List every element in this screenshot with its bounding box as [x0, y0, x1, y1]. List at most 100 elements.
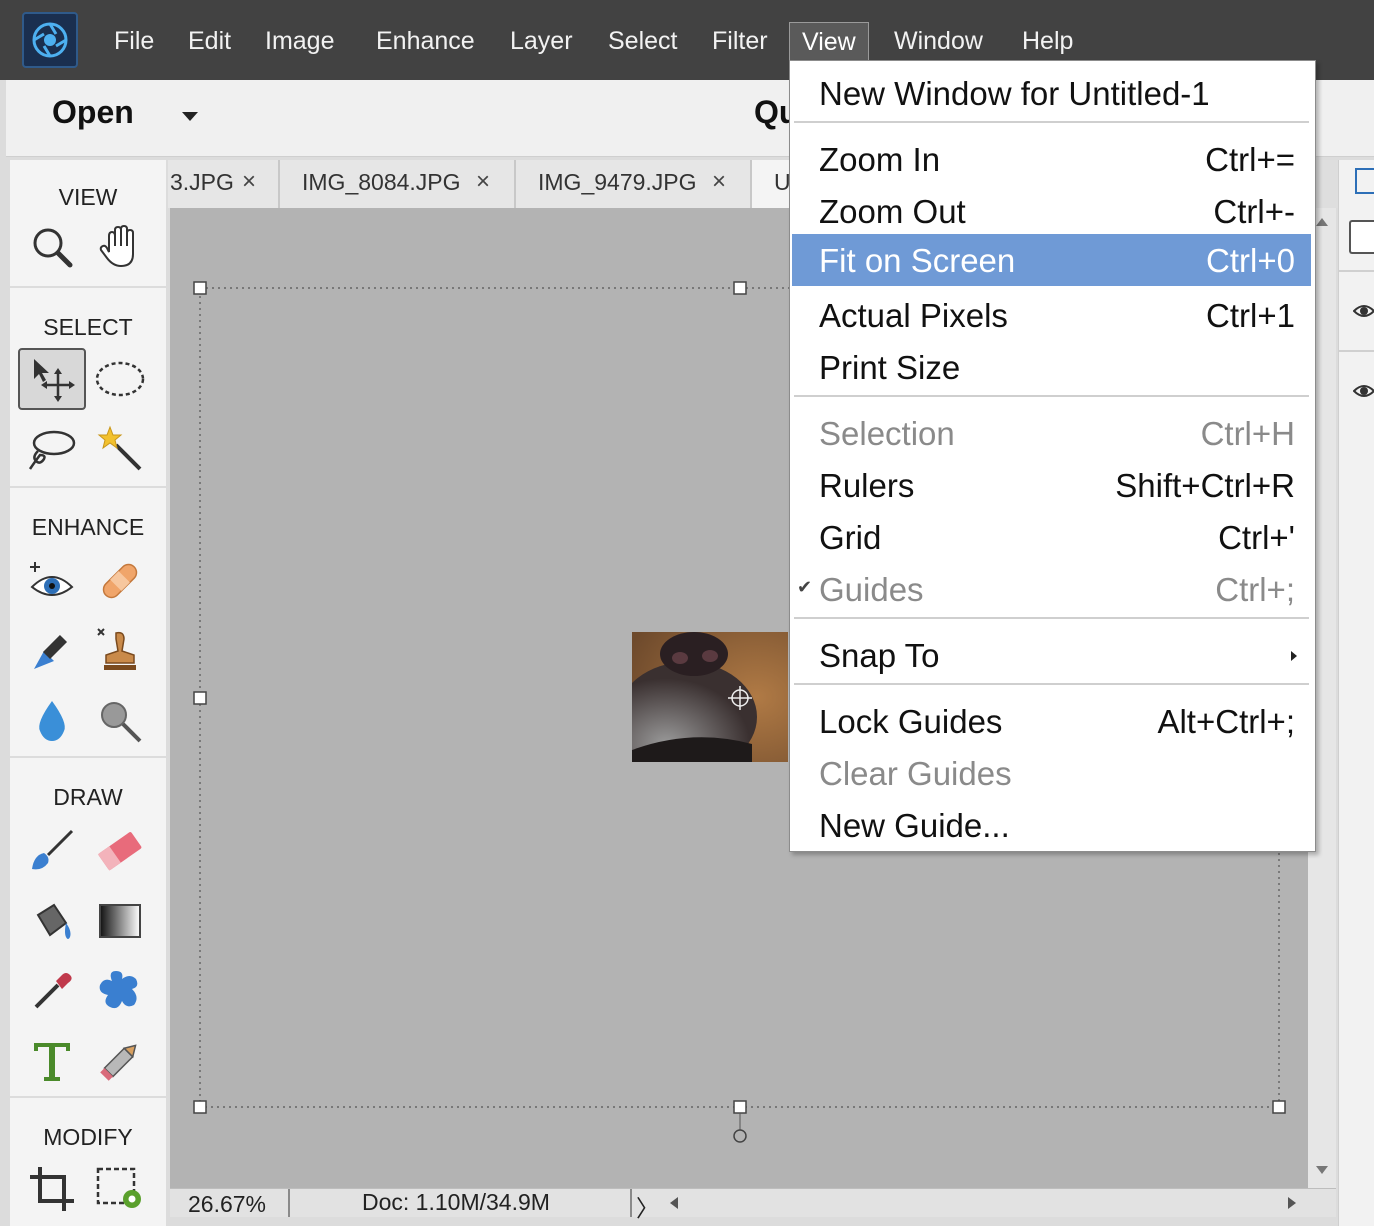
menu-item-shortcut: Ctrl+H [1200, 415, 1295, 452]
brush-icon[interactable] [18, 820, 86, 882]
section-title-draw: DRAW [53, 784, 123, 810]
section-divider [10, 1096, 166, 1098]
menu-item-rulers[interactable]: Rulers Shift+Ctrl+R [792, 459, 1311, 511]
menu-item-label: New Window for Untitled-1 [819, 75, 1210, 112]
menu-item-label: Grid [819, 519, 882, 556]
blend-mode-select[interactable] [1349, 220, 1374, 254]
menu-item-zoom-in[interactable]: Zoom In Ctrl+= [792, 133, 1311, 185]
smart-brush-icon[interactable] [18, 620, 86, 682]
menu-item-shortcut: Ctrl+' [1218, 519, 1295, 556]
menu-item-grid[interactable]: Grid Ctrl+' [792, 511, 1311, 563]
elliptical-marquee-icon[interactable] [86, 348, 154, 410]
scroll-right-icon[interactable] [1288, 1197, 1296, 1209]
layer-visibility-icon[interactable] [1352, 380, 1374, 407]
tab-label: IMG_9479.JPG [538, 169, 697, 195]
close-icon[interactable]: × [476, 168, 490, 196]
zoom-level[interactable]: 26.67% [188, 1191, 266, 1218]
open-dropdown-caret-icon[interactable] [182, 112, 198, 121]
menu-help[interactable]: Help [1016, 22, 1079, 60]
blur-icon[interactable] [18, 690, 86, 752]
panel-divider [1339, 350, 1374, 352]
menu-item-lock-guides[interactable]: Lock Guides Alt+Ctrl+; [792, 695, 1311, 747]
menu-item-guides: ✔ Guides Ctrl+; [792, 563, 1311, 615]
scroll-up-icon[interactable] [1316, 218, 1328, 226]
menu-view[interactable]: View [789, 22, 869, 62]
paint-bucket-icon[interactable] [18, 890, 86, 952]
sponge-icon[interactable] [86, 690, 154, 752]
eyedropper-icon[interactable] [18, 960, 86, 1022]
tab-label: IMG_8084.JPG [302, 169, 461, 195]
menu-item-clear-guides: Clear Guides [792, 747, 1311, 799]
crop-icon[interactable] [18, 1158, 86, 1220]
gradient-icon[interactable] [86, 890, 154, 952]
menu-item-label: Zoom Out [819, 193, 966, 230]
menu-item-shortcut: Shift+Ctrl+R [1115, 467, 1295, 504]
menu-item-label: Rulers [819, 467, 915, 504]
menu-item-fit-on-screen[interactable]: Fit on Screen Ctrl+0 [792, 234, 1311, 286]
menu-item-label: Actual Pixels [819, 297, 1008, 334]
spot-healing-icon[interactable] [86, 550, 154, 612]
close-icon[interactable]: × [712, 168, 726, 196]
type-icon[interactable] [18, 1030, 86, 1092]
hand-tool-icon[interactable] [86, 216, 154, 278]
close-icon[interactable]: × [242, 168, 256, 196]
layers-panel [1338, 160, 1374, 1226]
section-divider [10, 486, 166, 488]
zoom-tool-icon[interactable] [18, 216, 86, 278]
scroll-left-icon[interactable] [670, 1197, 678, 1209]
menu-layer[interactable]: Layer [504, 22, 579, 60]
section-divider [10, 756, 166, 758]
menu-item-label: Lock Guides [819, 703, 1003, 740]
menu-item-label: Print Size [819, 349, 961, 386]
tab-document-1[interactable]: 3.JPG × [168, 160, 280, 208]
menu-item-shortcut: Ctrl+1 [1206, 297, 1295, 334]
layer-visibility-icon[interactable] [1352, 300, 1374, 327]
menu-file[interactable]: File [108, 22, 160, 60]
tab-label: 3.JPG [170, 169, 234, 195]
menu-item-label: Snap To [819, 637, 940, 674]
menu-item-shortcut: Ctrl+= [1205, 141, 1295, 178]
menu-item-shortcut: Ctrl+- [1213, 193, 1295, 230]
menu-item-print-size[interactable]: Print Size [792, 341, 1311, 393]
menu-enhance[interactable]: Enhance [370, 22, 481, 60]
status-divider [630, 1189, 632, 1217]
lasso-icon[interactable] [18, 418, 86, 480]
panel-icon[interactable] [1355, 168, 1374, 194]
pencil-icon[interactable] [86, 1030, 154, 1092]
custom-shape-icon[interactable] [86, 960, 154, 1022]
open-button[interactable]: Open [52, 94, 134, 131]
move-tool-icon[interactable] [18, 348, 86, 410]
panel-divider [1339, 270, 1374, 272]
image-layer-thumbnail[interactable] [632, 632, 788, 762]
tab-img-8084[interactable]: IMG_8084.JPG × [280, 160, 516, 208]
status-divider [288, 1189, 290, 1217]
menu-item-selection: Selection Ctrl+H [792, 407, 1311, 459]
menu-item-label: Fit on Screen [819, 242, 1016, 279]
red-eye-icon[interactable] [18, 550, 86, 612]
menu-select[interactable]: Select [602, 22, 683, 60]
menu-item-actual-pixels[interactable]: Actual Pixels Ctrl+1 [792, 289, 1311, 341]
menu-item-label: Selection [819, 415, 955, 452]
menu-item-new-window[interactable]: New Window for Untitled-1 [792, 67, 1311, 119]
menu-item-label: Clear Guides [819, 755, 1012, 792]
menu-item-new-guide[interactable]: New Guide... [792, 799, 1311, 851]
menu-item-zoom-out[interactable]: Zoom Out Ctrl+- [792, 185, 1311, 237]
scroll-down-icon[interactable] [1316, 1166, 1328, 1174]
eraser-icon[interactable] [86, 820, 154, 882]
clone-stamp-icon[interactable] [86, 620, 154, 682]
menu-item-label: New Guide... [819, 807, 1010, 844]
menu-item-snap-to[interactable]: Snap To [792, 629, 1311, 681]
status-menu-arrow-icon[interactable]: 〉 [636, 1189, 659, 1223]
checkmark-icon: ✔ [797, 577, 813, 597]
view-menu-dropdown: New Window for Untitled-1 Zoom In Ctrl+=… [789, 60, 1316, 852]
tab-img-9479[interactable]: IMG_9479.JPG × [516, 160, 752, 208]
recompose-icon[interactable] [86, 1158, 154, 1220]
toolbox: VIEW SELECT ENHANCE DRAW MODIFY [10, 160, 166, 1226]
menu-filter[interactable]: Filter [706, 22, 774, 60]
menu-edit[interactable]: Edit [182, 22, 237, 60]
menu-separator [794, 683, 1309, 685]
menu-window[interactable]: Window [888, 22, 989, 60]
menu-separator [794, 395, 1309, 397]
menu-image[interactable]: Image [259, 22, 340, 60]
magic-wand-icon[interactable] [86, 418, 154, 480]
